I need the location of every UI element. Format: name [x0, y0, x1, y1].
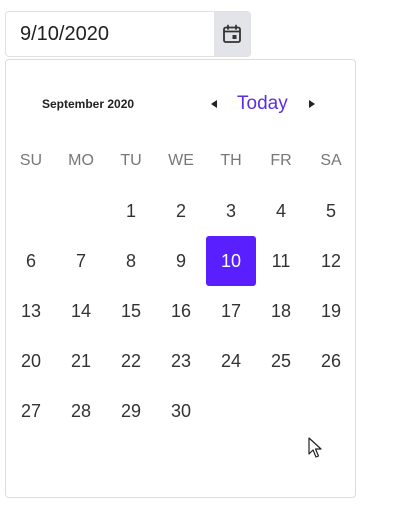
- day-number[interactable]: 1: [106, 186, 156, 236]
- day-cell-empty: [56, 186, 106, 236]
- day-number[interactable]: 19: [306, 286, 356, 336]
- day-cell[interactable]: 2: [156, 186, 206, 236]
- day-number[interactable]: 25: [256, 336, 306, 386]
- day-cell[interactable]: 9: [156, 236, 206, 286]
- week-row: 1 2 3 4 5: [6, 186, 357, 236]
- day-cell[interactable]: 21: [56, 336, 106, 386]
- day-cell[interactable]: 3: [206, 186, 256, 236]
- week-row: 6 7 8 9 10 11 12: [6, 236, 357, 286]
- day-cell[interactable]: 28: [56, 386, 106, 436]
- day-number[interactable]: 9: [156, 236, 206, 286]
- triangle-left-icon: [211, 100, 217, 108]
- day-number[interactable]: 4: [256, 186, 306, 236]
- mouse-pointer-icon: [308, 437, 322, 458]
- day-number[interactable]: 30: [156, 386, 206, 436]
- date-input[interactable]: 9/10/2020: [5, 11, 251, 57]
- day-number[interactable]: 16: [156, 286, 206, 336]
- weekday-label: FR: [270, 152, 292, 169]
- day-number[interactable]: 24: [206, 336, 256, 386]
- day-number[interactable]: 5: [306, 186, 356, 236]
- day-cell[interactable]: 19: [306, 286, 356, 336]
- day-number[interactable]: 8: [106, 236, 156, 286]
- day-cell[interactable]: 6: [6, 236, 56, 286]
- weekday-row: SU MO TU WE TH FR SA: [6, 136, 357, 186]
- calendar-toggle-button[interactable]: [214, 12, 250, 56]
- day-cell-empty: [306, 386, 356, 436]
- day-cell[interactable]: 22: [106, 336, 156, 386]
- day-cell[interactable]: 30: [156, 386, 206, 436]
- day-number[interactable]: 27: [6, 386, 56, 436]
- week-row: 20 21 22 23 24 25 26: [6, 336, 357, 386]
- prev-month-button[interactable]: [207, 97, 221, 111]
- day-number[interactable]: 29: [106, 386, 156, 436]
- day-cell-empty: [206, 386, 256, 436]
- selected-day-number[interactable]: 10: [206, 236, 256, 286]
- weekday-label: TU: [120, 152, 142, 169]
- next-month-button[interactable]: [305, 97, 319, 111]
- day-number[interactable]: 20: [6, 336, 56, 386]
- day-cell[interactable]: 27: [6, 386, 56, 436]
- day-number[interactable]: 26: [306, 336, 356, 386]
- day-cell[interactable]: 29: [106, 386, 156, 436]
- day-number[interactable]: 23: [156, 336, 206, 386]
- date-input-value[interactable]: 9/10/2020: [20, 12, 109, 56]
- weekday-label: MO: [68, 152, 94, 169]
- day-cell[interactable]: 1: [106, 186, 156, 236]
- week-row: 13 14 15 16 17 18 19: [6, 286, 357, 336]
- day-cell-selected[interactable]: 10: [206, 236, 256, 286]
- day-number[interactable]: 2: [156, 186, 206, 236]
- day-cell[interactable]: 12: [306, 236, 356, 286]
- day-cell[interactable]: 13: [6, 286, 56, 336]
- day-number[interactable]: 7: [56, 236, 106, 286]
- day-cell[interactable]: 7: [56, 236, 106, 286]
- day-number[interactable]: 22: [106, 336, 156, 386]
- day-cell[interactable]: 25: [256, 336, 306, 386]
- day-cell[interactable]: 15: [106, 286, 156, 336]
- day-number[interactable]: 14: [56, 286, 106, 336]
- day-number[interactable]: 13: [6, 286, 56, 336]
- day-cell-empty: [256, 386, 306, 436]
- day-number[interactable]: 3: [206, 186, 256, 236]
- weekday-label: TH: [220, 152, 242, 169]
- day-cell[interactable]: 23: [156, 336, 206, 386]
- calendar-icon: [223, 24, 241, 43]
- day-number[interactable]: 21: [56, 336, 106, 386]
- triangle-right-icon: [309, 100, 315, 108]
- calendar-grid: SU MO TU WE TH FR SA 1 2 3 4 5 6 7 8 9 1…: [6, 136, 357, 436]
- day-number[interactable]: 15: [106, 286, 156, 336]
- calendar-popup: September 2020 Today SU MO TU WE TH FR S…: [5, 59, 356, 498]
- day-cell[interactable]: 24: [206, 336, 256, 386]
- day-number[interactable]: 17: [206, 286, 256, 336]
- day-cell[interactable]: 11: [256, 236, 306, 286]
- day-cell-empty: [6, 186, 56, 236]
- day-cell[interactable]: 20: [6, 336, 56, 386]
- day-cell[interactable]: 5: [306, 186, 356, 236]
- day-number[interactable]: 28: [56, 386, 106, 436]
- day-number[interactable]: 12: [306, 236, 356, 286]
- weekday-label: SA: [320, 152, 342, 169]
- today-button[interactable]: Today: [237, 93, 288, 115]
- day-number[interactable]: 6: [6, 236, 56, 286]
- week-row: 27 28 29 30: [6, 386, 357, 436]
- month-title[interactable]: September 2020: [42, 96, 134, 112]
- day-cell[interactable]: 17: [206, 286, 256, 336]
- day-cell[interactable]: 4: [256, 186, 306, 236]
- weekday-label: SU: [19, 152, 43, 169]
- day-number[interactable]: 11: [256, 236, 306, 286]
- weekday-label: WE: [168, 152, 194, 169]
- day-cell[interactable]: 18: [256, 286, 306, 336]
- day-cell[interactable]: 14: [56, 286, 106, 336]
- day-cell[interactable]: 26: [306, 336, 356, 386]
- day-number[interactable]: 18: [256, 286, 306, 336]
- day-cell[interactable]: 16: [156, 286, 206, 336]
- day-cell[interactable]: 8: [106, 236, 156, 286]
